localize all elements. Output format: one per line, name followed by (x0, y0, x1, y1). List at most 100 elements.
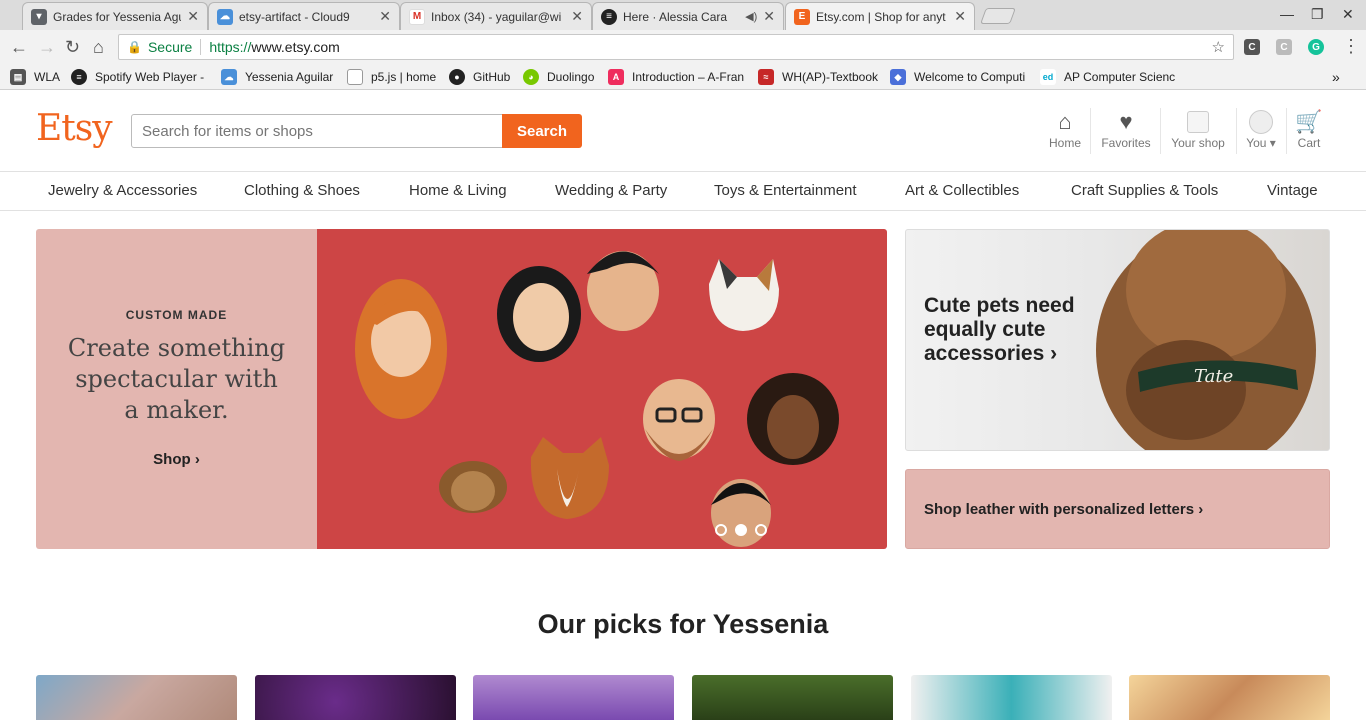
promo-pets-title: Cute pets need equally cute accessories … (924, 294, 1075, 365)
bookmark-github[interactable]: ● GitHub (449, 69, 510, 85)
category-clothing[interactable]: Clothing & Shoes (244, 182, 360, 199)
category-vintage[interactable]: Vintage (1267, 182, 1318, 199)
window-close-icon[interactable]: ✕ (1342, 6, 1354, 23)
bookmark-duolingo[interactable]: ◕ Duolingo (523, 69, 594, 85)
carousel-dot-active[interactable] (735, 524, 747, 536)
lock-icon: 🔒 (127, 40, 142, 54)
spotify-icon: ≡ (601, 8, 617, 25)
hero-carousel[interactable]: CUSTOM MADE Create something spectacular… (36, 229, 887, 549)
spotify-icon: ≡ (71, 69, 87, 85)
bookmarks-overflow-icon[interactable]: » (1332, 69, 1340, 85)
close-icon[interactable]: ✕ (187, 8, 199, 25)
extension-c2-icon[interactable]: C (1276, 39, 1292, 55)
picks-heading: Our picks for Yessenia (537, 609, 829, 639)
github-icon: ● (449, 69, 465, 85)
nav-divider (1160, 108, 1161, 154)
bookmark-aframe[interactable]: A Introduction – A-Fran (608, 69, 744, 85)
portrait-pins-illustration (355, 251, 839, 547)
restore-icon[interactable]: ❐ (1311, 6, 1324, 23)
cart-icon: 🛒 (1295, 109, 1323, 134)
reload-icon[interactable]: ↻ (65, 37, 80, 58)
product-thumbnail[interactable] (1129, 675, 1330, 720)
category-nav: Jewelry & Accessories Clothing & Shoes H… (0, 172, 1366, 211)
category-home-living[interactable]: Home & Living (409, 182, 507, 199)
tab-spotify[interactable]: ≡ Here · Alessia Cara ◀) ✕ (592, 2, 784, 30)
category-toys[interactable]: Toys & Entertainment (714, 182, 857, 199)
extension-c-icon[interactable]: C (1244, 39, 1260, 55)
bookmark-spotify[interactable]: ≡ Spotify Web Player - (71, 69, 204, 85)
nav-home[interactable]: ⌂ Home (1047, 108, 1083, 150)
shop-icon (1187, 108, 1209, 136)
bookmark-p5js[interactable]: p5.js | home (347, 69, 436, 85)
bookmark-textbook[interactable]: ≈ WH(AP)-Textbook (758, 69, 878, 85)
product-thumbnail[interactable] (911, 675, 1112, 720)
close-icon[interactable]: ✕ (379, 8, 391, 25)
menu-icon[interactable]: ⋮ (1342, 36, 1360, 57)
product-thumbnail[interactable] (692, 675, 893, 720)
heart-icon: ♥ (1119, 109, 1133, 134)
bookmark-yessenia[interactable]: ☁ Yessenia Aguilar (221, 69, 333, 85)
grammarly-icon[interactable]: G (1308, 39, 1324, 55)
nav-divider (1090, 108, 1091, 154)
new-tab-button[interactable] (980, 8, 1016, 24)
back-icon[interactable]: ← (10, 37, 28, 58)
edx-icon: ed (1040, 69, 1056, 85)
promo-leather-title: Shop leather with personalized letters › (924, 501, 1204, 518)
search-button[interactable]: Search (502, 114, 582, 148)
forward-icon[interactable]: → (38, 37, 56, 58)
etsy-favicon-icon: E (794, 8, 810, 25)
category-craft[interactable]: Craft Supplies & Tools (1071, 182, 1218, 199)
gmail-icon: M (409, 8, 425, 25)
graduation-cap-icon: ◆ (890, 69, 906, 85)
home-icon[interactable]: ⌂ (93, 37, 104, 58)
bookmark-apcs[interactable]: ed AP Computer Scienc (1040, 69, 1175, 85)
search-input[interactable] (131, 114, 503, 148)
hero-shop-link[interactable]: Shop › (36, 451, 317, 468)
carousel-dot[interactable] (755, 524, 767, 536)
promo-pets[interactable]: Tate Cute pets need equally cute accesso… (905, 229, 1330, 451)
speaker-icon[interactable]: ◀) (745, 10, 757, 23)
home-icon: ⌂ (1058, 109, 1072, 134)
product-thumbnail[interactable] (473, 675, 674, 720)
carousel-dots (715, 524, 767, 536)
bookmark-star-icon[interactable]: ☆ (1212, 38, 1225, 56)
carousel-dot[interactable] (715, 524, 727, 536)
etsy-header: Etsy Search ⌂ Home ♥ Favorites Your shop… (0, 90, 1366, 172)
close-icon[interactable]: ✕ (954, 8, 966, 25)
nav-your-shop[interactable]: Your shop (1168, 108, 1228, 150)
page-icon (347, 69, 363, 85)
folder-icon: ▤ (10, 69, 26, 85)
category-wedding[interactable]: Wedding & Party (555, 182, 667, 199)
textbook-icon: ≈ (758, 69, 774, 85)
collar-text: Tate (1194, 366, 1233, 387)
browser-tabstrip: ▾ Grades for Yessenia Agu ✕ ☁ etsy-artif… (0, 0, 1366, 30)
cloud-icon: ☁ (217, 8, 233, 25)
etsy-logo[interactable]: Etsy (36, 108, 113, 149)
bookmarks-bar: ▤ WLA ≡ Spotify Web Player - ☁ Yessenia Agu… (0, 64, 1366, 90)
tab-grades[interactable]: ▾ Grades for Yessenia Agu ✕ (22, 2, 208, 30)
address-separator (200, 39, 202, 55)
hero-kicker: CUSTOM MADE (125, 308, 228, 322)
product-thumbnail[interactable] (36, 675, 237, 720)
promo-leather[interactable]: Shop leather with personalized letters › (905, 469, 1330, 549)
cloud-icon: ☁ (221, 69, 237, 85)
nav-cart[interactable]: 🛒 Cart (1294, 108, 1324, 150)
tab-cloud9[interactable]: ☁ etsy-artifact - Cloud9 ✕ (208, 2, 400, 30)
category-jewelry[interactable]: Jewelry & Accessories (48, 182, 197, 199)
nav-favorites[interactable]: ♥ Favorites (1098, 108, 1154, 150)
address-bar[interactable]: 🔒 Secure https://www.etsy.com ☆ (118, 34, 1234, 60)
hero-image-custom-portraits[interactable] (317, 229, 887, 549)
bookmark-wla[interactable]: ▤ WLA (10, 69, 60, 85)
nav-divider (1286, 108, 1287, 154)
product-thumbnail[interactable] (255, 675, 456, 720)
nav-you[interactable]: You ▾ (1243, 108, 1279, 150)
bookmark-welcome[interactable]: ◆ Welcome to Computi (890, 69, 1025, 85)
category-art[interactable]: Art & Collectibles (905, 182, 1019, 199)
avatar (1249, 108, 1273, 136)
minimize-icon[interactable]: — (1280, 6, 1294, 22)
close-icon[interactable]: ✕ (763, 8, 775, 25)
close-icon[interactable]: ✕ (571, 8, 583, 25)
tab-gmail[interactable]: M Inbox (34) - yaguilar@wi ✕ (400, 2, 592, 30)
tab-etsy[interactable]: E Etsy.com | Shop for anyt ✕ (785, 2, 975, 30)
hero-text-panel: CUSTOM MADE Create something spectacular… (36, 229, 317, 549)
